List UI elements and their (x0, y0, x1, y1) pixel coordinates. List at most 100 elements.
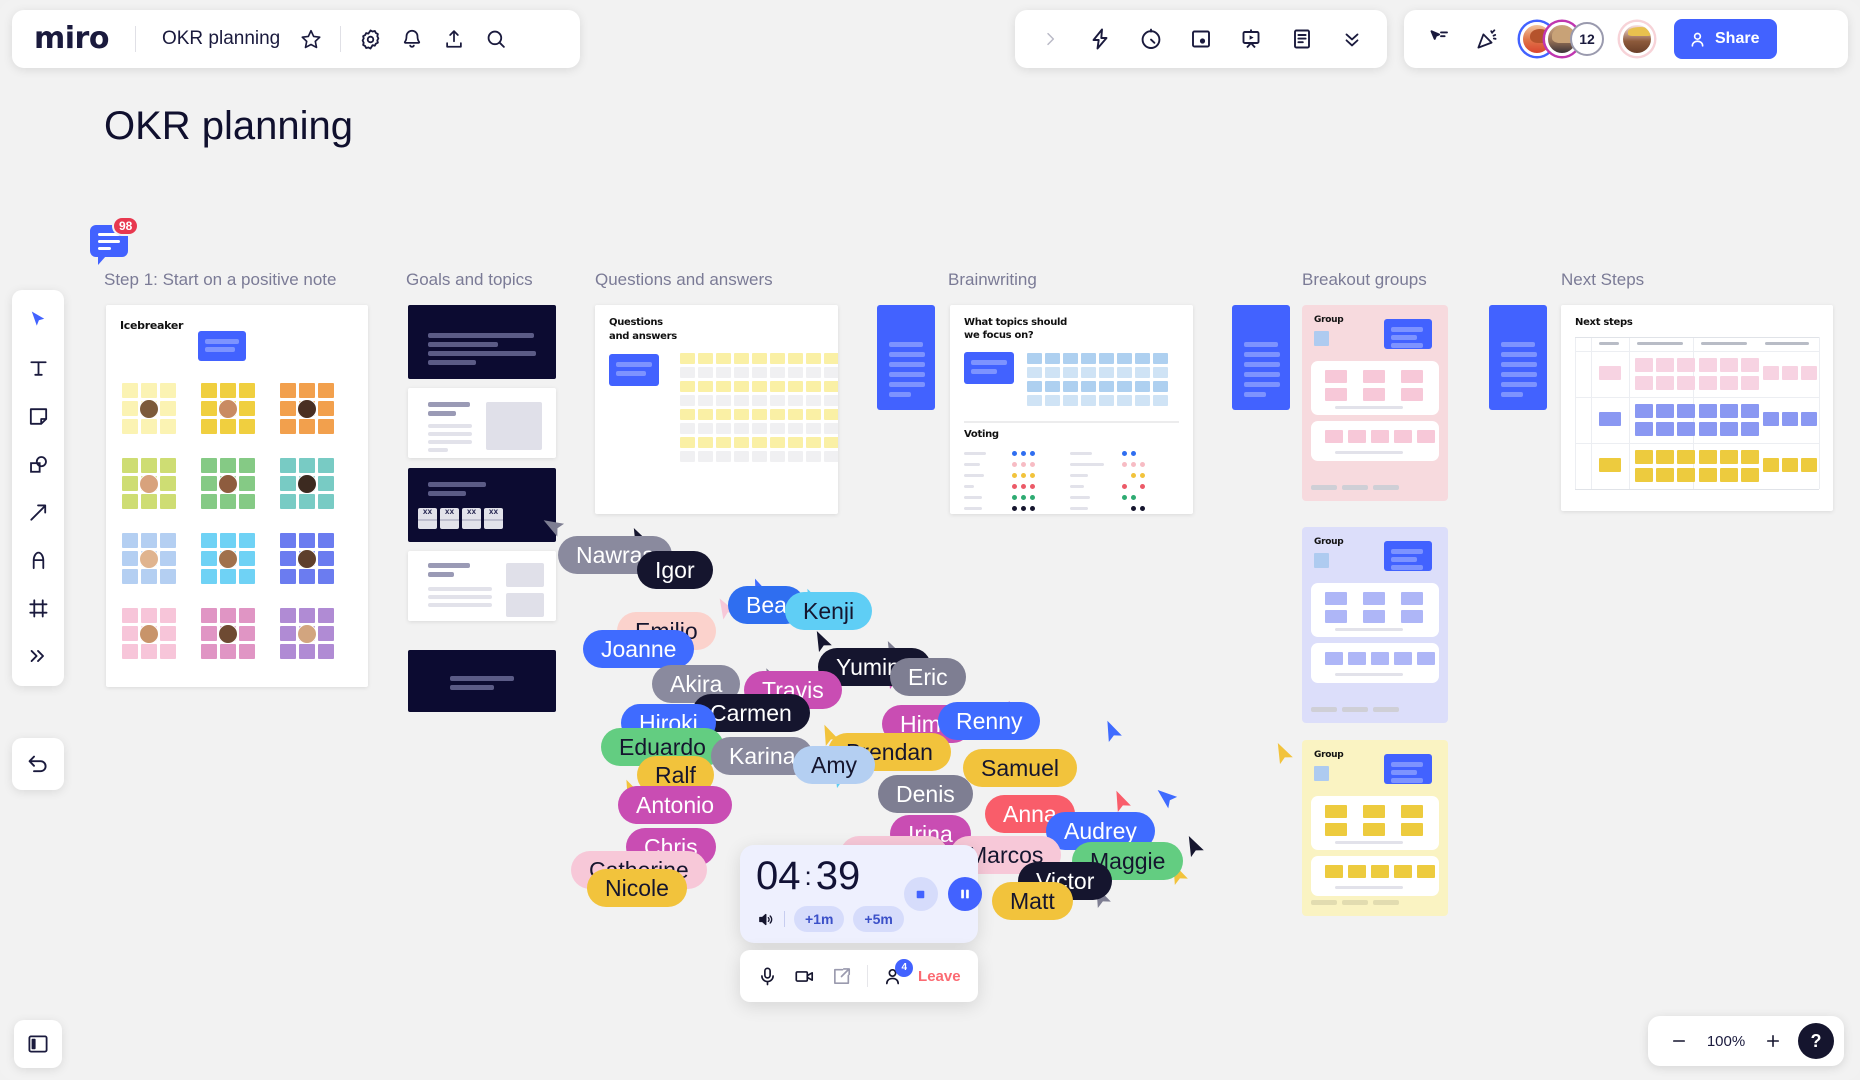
sticky-note-cell[interactable] (734, 395, 749, 406)
color-swatch[interactable] (239, 419, 255, 434)
sticky-note-cell[interactable] (806, 395, 821, 406)
sticky-note-cell[interactable] (788, 381, 803, 392)
camera-icon[interactable] (793, 966, 816, 987)
zoom-level[interactable]: 100% (1700, 1033, 1752, 1050)
sticky-note-cell[interactable] (788, 451, 803, 462)
goals-card-4[interactable] (408, 551, 556, 621)
vote-dot[interactable] (1021, 450, 1026, 456)
participant-name-tag[interactable]: Denis (878, 775, 973, 813)
sticky-note-cell[interactable] (680, 423, 695, 434)
sticky-note-cell[interactable] (824, 395, 838, 406)
color-swatch[interactable] (201, 608, 217, 623)
icebreaker-color-block[interactable] (201, 608, 255, 659)
sticky-note-cell[interactable] (806, 367, 821, 378)
color-swatch[interactable] (318, 569, 334, 584)
next-step-sticky[interactable] (1741, 450, 1759, 464)
icebreaker-color-block[interactable] (122, 383, 176, 434)
sticky-note-cell[interactable] (806, 423, 821, 434)
sticky-note-cell[interactable] (824, 437, 838, 448)
vote-dot[interactable] (1021, 494, 1026, 500)
color-swatch[interactable] (299, 644, 315, 659)
color-swatch[interactable] (201, 494, 217, 509)
color-swatch[interactable] (220, 383, 236, 398)
icebreaker-color-block[interactable] (122, 608, 176, 659)
sticky-note-cell[interactable] (734, 423, 749, 434)
participant-avatar[interactable] (297, 399, 317, 419)
participant-avatar[interactable] (139, 399, 159, 419)
next-step-sticky[interactable] (1699, 376, 1717, 390)
participant-avatar[interactable] (139, 474, 159, 494)
icebreaker-color-block[interactable] (201, 383, 255, 434)
color-swatch[interactable] (299, 458, 315, 473)
brainwriting-cell[interactable] (1045, 395, 1060, 406)
breakout-sticky[interactable] (1394, 652, 1412, 665)
color-swatch[interactable] (201, 383, 217, 398)
next-step-sticky[interactable] (1720, 404, 1738, 418)
vote-dot[interactable] (1122, 494, 1127, 500)
vote-dot[interactable] (1131, 505, 1136, 511)
breakout-sticky[interactable] (1417, 865, 1435, 878)
participant-avatar[interactable] (297, 474, 317, 494)
sticky-note-cell[interactable] (824, 451, 838, 462)
color-swatch[interactable] (141, 383, 157, 398)
breakout-blue-note[interactable] (1232, 305, 1290, 410)
color-swatch[interactable] (201, 401, 217, 416)
color-swatch[interactable] (160, 608, 176, 623)
brainwriting-cell[interactable] (1081, 395, 1096, 406)
color-swatch[interactable] (141, 533, 157, 548)
breakout-sticky[interactable] (1348, 865, 1366, 878)
brainwriting-cell[interactable] (1135, 381, 1150, 392)
cursor-share-icon[interactable] (1418, 18, 1460, 60)
add-5m-button[interactable]: +5m (853, 906, 904, 932)
goals-card-1[interactable] (408, 305, 556, 379)
sticky-note-cell[interactable] (716, 353, 731, 364)
icebreaker-color-block[interactable] (280, 533, 334, 584)
breakout-sticky[interactable] (1394, 430, 1412, 443)
notes-icon[interactable] (1281, 18, 1323, 60)
color-swatch[interactable] (239, 608, 255, 623)
vote-dot[interactable] (1012, 505, 1017, 511)
color-swatch[interactable] (299, 494, 315, 509)
sticky-note-cell[interactable] (698, 381, 713, 392)
color-swatch[interactable] (280, 551, 296, 566)
next-step-sticky[interactable] (1741, 376, 1759, 390)
color-swatch[interactable] (280, 626, 296, 641)
collaborator-avatars[interactable]: 12 (1520, 22, 1654, 56)
presentation-icon[interactable] (1230, 18, 1272, 60)
color-swatch[interactable] (280, 419, 296, 434)
text-tool[interactable] (18, 348, 58, 388)
color-swatch[interactable] (201, 626, 217, 641)
sticky-note-cell[interactable] (680, 451, 695, 462)
icebreaker-color-block[interactable] (122, 533, 176, 584)
vote-dot[interactable] (1030, 450, 1035, 456)
breakout-group-panel[interactable]: Group (1302, 740, 1448, 916)
color-swatch[interactable] (160, 569, 176, 584)
vote-dot[interactable] (1122, 450, 1127, 456)
breakout-sticky[interactable] (1363, 592, 1385, 605)
next-step-sticky[interactable] (1720, 376, 1738, 390)
color-swatch[interactable] (160, 401, 176, 416)
participant-name-tag[interactable]: Igor (637, 551, 713, 589)
icebreaker-color-block[interactable] (280, 608, 334, 659)
vote-dot[interactable] (1012, 472, 1017, 478)
blue-sticky-note[interactable] (1384, 754, 1432, 784)
breakout-sticky[interactable] (1401, 805, 1423, 818)
color-swatch[interactable] (318, 533, 334, 548)
brainwriting-cell[interactable] (1027, 353, 1042, 364)
next-step-sticky[interactable] (1741, 404, 1759, 418)
sticky-note-cell[interactable] (752, 437, 767, 448)
vote-dot[interactable] (1021, 461, 1026, 467)
sticky-note-cell[interactable] (680, 395, 695, 406)
group-color-chip[interactable] (1314, 331, 1329, 346)
stop-button[interactable] (903, 877, 938, 911)
participant-avatar[interactable] (139, 549, 159, 569)
color-swatch[interactable] (141, 419, 157, 434)
vote-dot[interactable] (1030, 461, 1035, 467)
sticky-note-cell[interactable] (752, 409, 767, 420)
sticky-note-cell[interactable] (770, 423, 785, 434)
undo-button[interactable] (12, 738, 64, 790)
color-swatch[interactable] (160, 494, 176, 509)
brainwriting-cell[interactable] (1153, 395, 1168, 406)
breakout-sticky[interactable] (1401, 370, 1423, 383)
xx-chip[interactable]: XX (440, 508, 459, 529)
